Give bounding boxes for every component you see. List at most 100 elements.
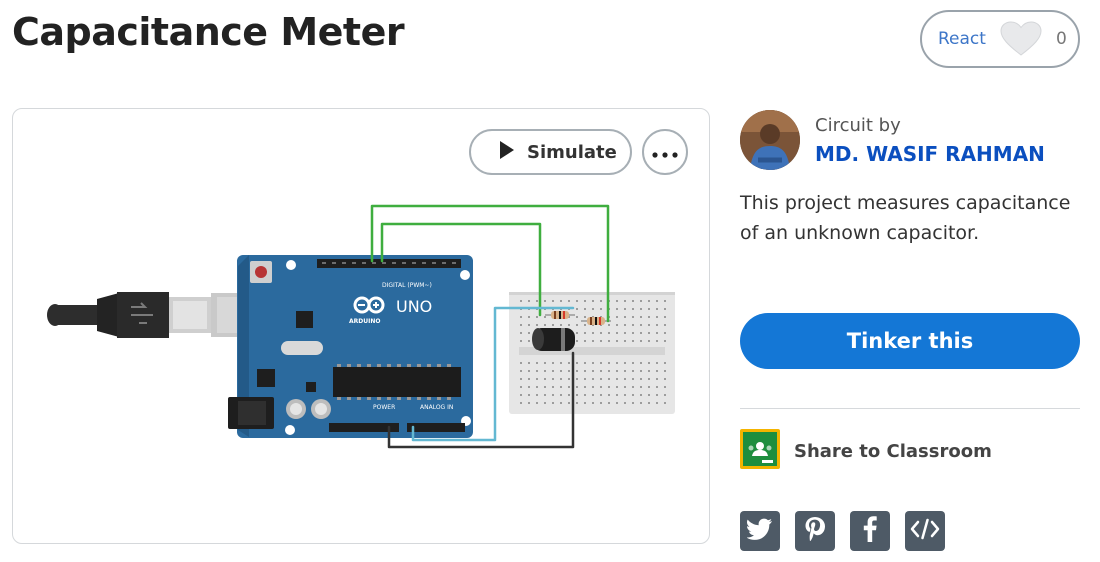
breadboard-hole	[536, 362, 538, 364]
breadboard-hole	[600, 378, 602, 380]
breadboard-hole	[568, 324, 570, 326]
breadboard-hole	[520, 362, 522, 364]
breadboard-hole	[576, 324, 578, 326]
breadboard-hole	[544, 394, 546, 396]
breadboard-hole	[640, 378, 642, 380]
author-name-link[interactable]: MD. WASIF RAHMAN	[815, 142, 1045, 166]
breadboard-hole	[536, 378, 538, 380]
breadboard-hole	[544, 378, 546, 380]
breadboard-hole	[608, 362, 610, 364]
breadboard-hole	[592, 402, 594, 404]
breadboard-hole	[608, 402, 610, 404]
breadboard-hole	[520, 316, 522, 318]
breadboard-hole	[520, 370, 522, 372]
breadboard-hole	[568, 300, 570, 302]
breadboard-hole	[648, 308, 650, 310]
twitter-share-button[interactable]	[740, 511, 780, 551]
breadboard-hole	[632, 362, 634, 364]
author-label: Circuit by	[815, 114, 901, 136]
pinterest-share-button[interactable]	[795, 511, 835, 551]
breadboard-hole	[656, 386, 658, 388]
breadboard-hole	[664, 300, 666, 302]
breadboard-hole	[616, 300, 618, 302]
breadboard-hole	[616, 402, 618, 404]
breadboard-hole	[600, 386, 602, 388]
breadboard-hole	[576, 386, 578, 388]
breadboard-hole	[616, 378, 618, 380]
breadboard-hole	[584, 370, 586, 372]
breadboard-hole	[552, 362, 554, 364]
breadboard-hole	[624, 308, 626, 310]
board-logo-text: UNO	[396, 297, 432, 316]
breadboard-hole	[616, 340, 618, 342]
breadboard-hole	[640, 362, 642, 364]
breadboard-hole	[568, 394, 570, 396]
breadboard-hole	[528, 378, 530, 380]
breadboard-hole	[536, 402, 538, 404]
breadboard-hole	[536, 386, 538, 388]
breadboard-hole	[656, 370, 658, 372]
breadboard-hole	[656, 332, 658, 334]
facebook-share-button[interactable]	[850, 511, 890, 551]
simulate-button[interactable]: Simulate	[469, 129, 632, 175]
breadboard-hole	[552, 378, 554, 380]
react-button[interactable]: React 0	[920, 10, 1080, 68]
react-count: 0	[1055, 29, 1067, 49]
breadboard-hole	[624, 324, 626, 326]
breadboard-hole	[648, 300, 650, 302]
circuit-preview: UNO ARDUINO DIGITAL (PWM~) POWER ANALOG …	[12, 108, 710, 544]
digital-pins-label: DIGITAL (PWM~)	[382, 282, 432, 289]
breadboard-hole	[536, 300, 538, 302]
breadboard-hole	[640, 370, 642, 372]
breadboard-hole	[560, 300, 562, 302]
breadboard-hole	[608, 324, 610, 326]
breadboard-hole	[552, 402, 554, 404]
breadboard-hole	[528, 300, 530, 302]
breadboard-hole	[640, 332, 642, 334]
breadboard-hole	[568, 378, 570, 380]
breadboard-hole	[528, 370, 530, 372]
breadboard-hole	[584, 332, 586, 334]
twitter-icon	[746, 518, 773, 544]
breadboard-hole	[592, 300, 594, 302]
breadboard-hole	[616, 370, 618, 372]
social-share-bar	[740, 511, 945, 551]
breadboard-hole	[576, 394, 578, 396]
breadboard-hole	[664, 340, 666, 342]
breadboard-hole	[656, 362, 658, 364]
breadboard-hole	[656, 378, 658, 380]
breadboard-hole	[616, 332, 618, 334]
breadboard-hole	[664, 332, 666, 334]
breadboard-hole	[632, 316, 634, 318]
breadboard-hole	[592, 378, 594, 380]
breadboard-hole	[592, 308, 594, 310]
breadboard-hole	[632, 402, 634, 404]
breadboard-hole	[520, 300, 522, 302]
breadboard-hole	[528, 316, 530, 318]
tinker-this-button[interactable]: Tinker this	[740, 313, 1080, 369]
breadboard-hole	[584, 402, 586, 404]
breadboard-hole	[544, 362, 546, 364]
breadboard-hole	[624, 316, 626, 318]
breadboard-hole	[584, 340, 586, 342]
share-to-classroom-button[interactable]: Share to Classroom	[740, 429, 992, 474]
breadboard-hole	[640, 340, 642, 342]
breadboard-hole	[584, 378, 586, 380]
breadboard-hole	[648, 324, 650, 326]
breadboard-hole	[600, 362, 602, 364]
breadboard-hole	[552, 324, 554, 326]
breadboard-hole	[576, 308, 578, 310]
breadboard-hole	[576, 340, 578, 342]
breadboard-hole	[576, 316, 578, 318]
author-avatar[interactable]	[740, 110, 800, 170]
embed-code-button[interactable]	[905, 511, 945, 551]
breadboard-hole	[640, 402, 642, 404]
breadboard-hole	[608, 394, 610, 396]
project-description: This project measures capacitance of an …	[740, 192, 1071, 244]
simulate-label: Simulate	[527, 141, 617, 163]
breadboard-hole	[584, 394, 586, 396]
breadboard-hole	[648, 386, 650, 388]
breadboard-hole	[624, 340, 626, 342]
breadboard-hole	[656, 316, 658, 318]
more-options-button[interactable]	[642, 129, 688, 175]
